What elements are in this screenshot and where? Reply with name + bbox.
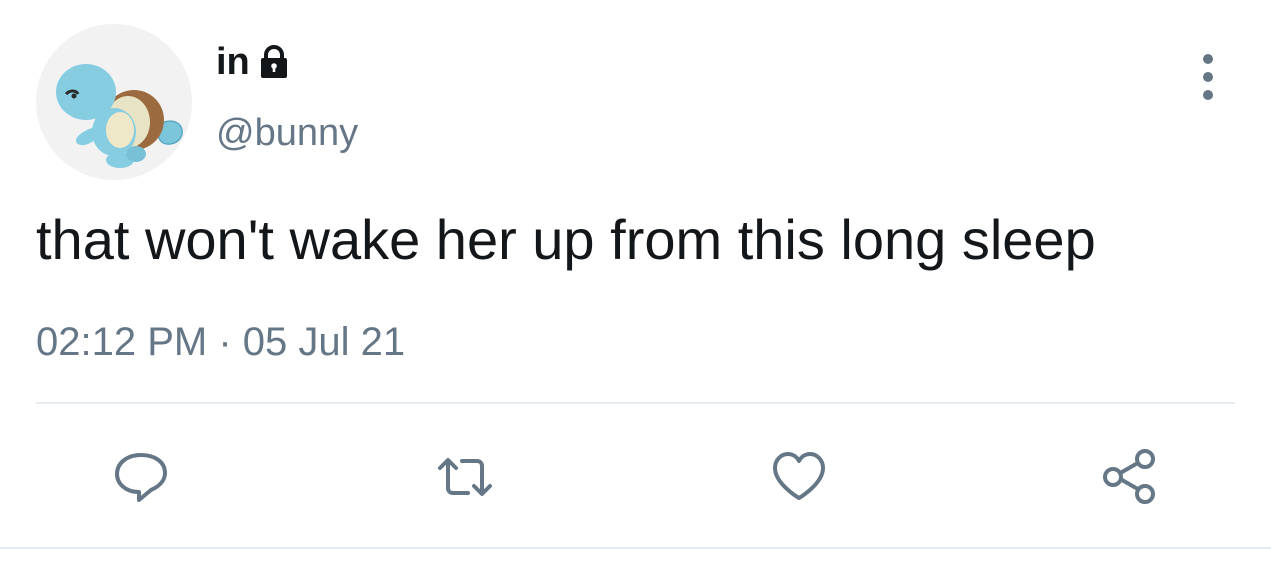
reply-icon [115,453,167,502]
share-icon [1103,449,1155,504]
tweet-text: that won't wake her up from this long sl… [36,208,1096,271]
bottom-divider [0,547,1271,549]
lock-icon [256,44,292,80]
share-button[interactable] [1100,448,1158,506]
reply-button[interactable] [112,448,170,506]
heart-icon [773,452,825,500]
tweet-time: 02:12 PM [36,320,208,364]
retweet-icon [438,458,492,496]
retweet-button[interactable] [436,448,494,506]
more-vertical-icon [1203,54,1213,64]
like-button[interactable] [770,448,828,506]
avatar[interactable] [36,24,192,180]
squirtle-avatar-icon [36,24,192,180]
tweet-timestamp[interactable]: 02:12 PM · 05 Jul 21 [36,316,405,368]
user-handle[interactable]: @bunny [216,110,358,156]
meta-separator: · [218,320,232,364]
tweet-date: 05 Jul 21 [242,320,406,364]
display-name[interactable]: in [216,40,250,84]
tweet: in @bunny that won't wake her up from th… [0,0,1271,567]
more-vertical-icon-dot [1203,90,1213,100]
more-vertical-icon-dot [1203,72,1213,82]
divider [36,402,1235,404]
display-name-row: in [216,40,292,84]
more-options-button[interactable] [1186,50,1230,104]
